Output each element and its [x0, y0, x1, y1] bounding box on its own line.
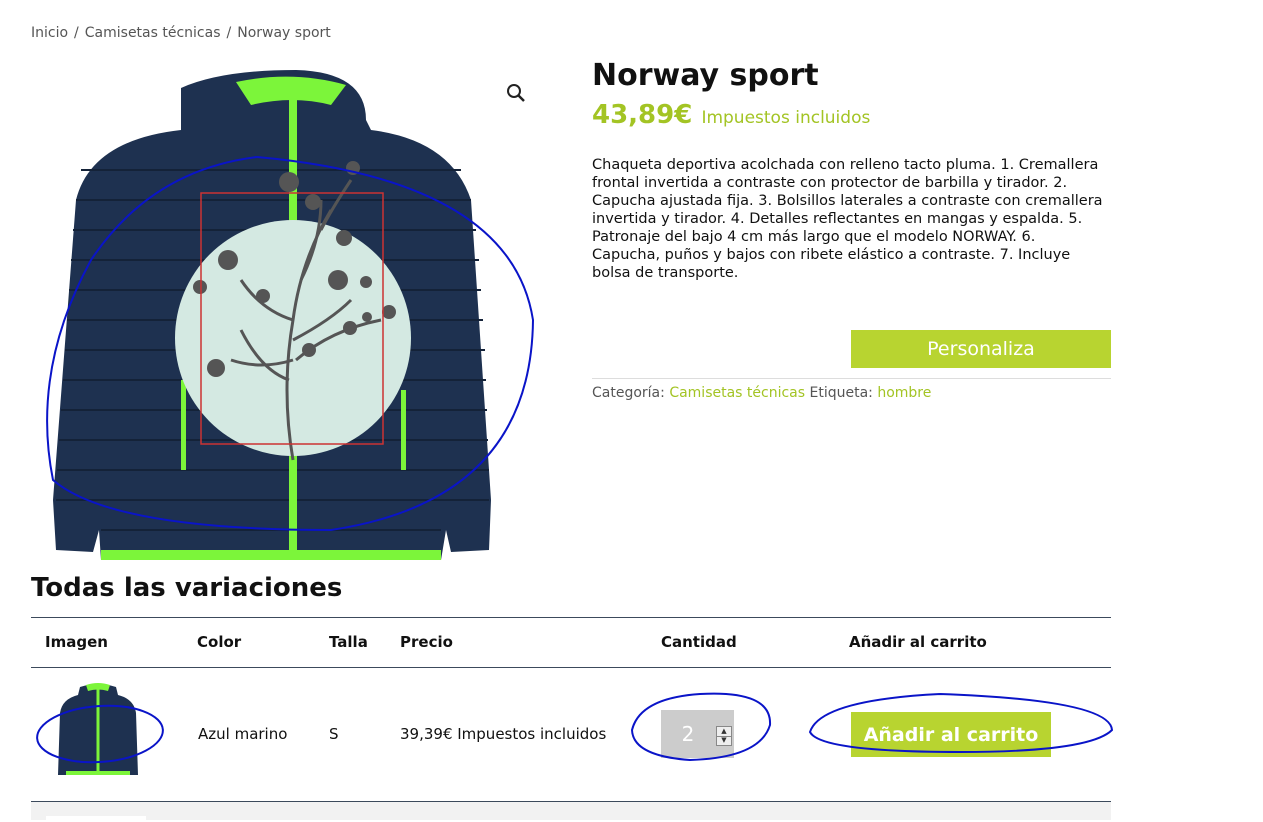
product-price: 43,89€ [592, 100, 693, 130]
breadcrumb: Inicio / Camisetas técnicas / Norway sport [31, 25, 331, 41]
variation-thumbnail[interactable] [46, 816, 146, 822]
column-header-quantity: Cantidad [661, 633, 737, 651]
product-gallery[interactable] [31, 60, 551, 565]
magnifier-icon [507, 84, 525, 102]
product-summary: Norway sport 43,89€ Impuestos incluidos … [592, 56, 1111, 401]
variations-heading: Todas las variaciones [31, 573, 343, 603]
variation-thumbnail[interactable] [58, 681, 138, 781]
column-header-image: Imagen [45, 633, 108, 651]
price-row: 43,89€ Impuestos incluidos [592, 100, 1111, 130]
product-description: Chaqueta deportiva acolchada con relleno… [592, 157, 1103, 281]
tag-link[interactable]: hombre [877, 385, 931, 401]
column-header-color: Color [197, 633, 242, 651]
column-header-price: Precio [400, 633, 453, 651]
product-title: Norway sport [592, 58, 819, 93]
table-row: Azul marino S 39,39€ Impuestos incluidos… [31, 667, 1111, 802]
quantity-spinner[interactable]: ▲ ▼ [716, 726, 732, 746]
variation-price: 39,39€ Impuestos incluidos [400, 725, 607, 743]
breadcrumb-home[interactable]: Inicio [31, 25, 68, 41]
decrement-icon[interactable]: ▼ [717, 736, 731, 745]
zoom-button[interactable] [501, 78, 531, 108]
category-label: Categoría: [592, 385, 665, 401]
variation-color: Azul marino [198, 725, 288, 743]
column-header-size: Talla [329, 633, 368, 651]
quantity-stepper[interactable]: ▲ ▼ [661, 710, 734, 758]
tax-note: Impuestos incluidos [701, 108, 871, 128]
breadcrumb-current: Norway sport [237, 25, 331, 41]
product-image [46, 70, 535, 560]
table-row [31, 802, 1111, 822]
add-to-cart-button[interactable]: Añadir al carrito [851, 712, 1051, 757]
personaliza-button[interactable]: Personaliza [851, 330, 1111, 368]
column-header-add-to-cart: Añadir al carrito [849, 633, 987, 651]
variations-table-header: Imagen Color Talla Precio Cantidad Añadi… [31, 617, 1111, 668]
quantity-input[interactable] [661, 710, 715, 758]
breadcrumb-category[interactable]: Camisetas técnicas [85, 25, 221, 41]
product-meta: Categoría: Camisetas técnicas Etiqueta: … [592, 385, 931, 401]
breadcrumb-separator: / [74, 25, 79, 41]
tag-label: Etiqueta: [809, 385, 873, 401]
category-link[interactable]: Camisetas técnicas [669, 385, 805, 401]
variation-size: S [329, 725, 339, 743]
breadcrumb-separator: / [226, 25, 232, 41]
meta-divider [592, 378, 1111, 379]
